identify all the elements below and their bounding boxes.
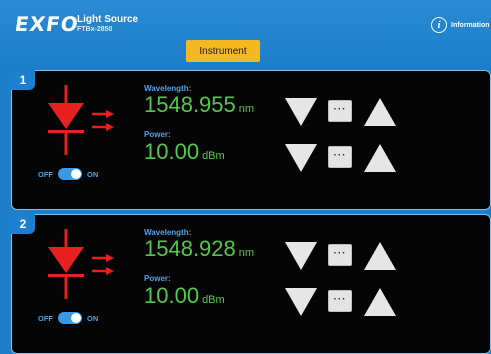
source-panel-2: 2 OFF ON Wavelength: 1548.928 nm Power: 1…	[11, 214, 491, 354]
information-button[interactable]: i Information	[431, 15, 490, 35]
output-toggle-row: OFF ON	[38, 311, 98, 325]
wavelength-readout: 1548.955 nm	[144, 92, 254, 118]
triangle-up-icon	[364, 288, 396, 316]
power-readout: 10.00 dBm	[144, 139, 225, 165]
triangle-up-icon	[364, 242, 396, 270]
header-bar: EXFO Light Source FTBx-2850 i Informatio…	[0, 0, 491, 66]
output-toggle[interactable]	[58, 312, 82, 324]
output-toggle-row: OFF ON	[38, 167, 98, 181]
triangle-down-icon	[285, 144, 317, 172]
instrument-button[interactable]: Instrument	[186, 40, 260, 62]
exfo-logo: EXFO	[13, 12, 81, 36]
wavelength-decrease-button[interactable]	[284, 97, 318, 127]
power-decrease-button[interactable]	[284, 143, 318, 173]
laser-diode-icon	[48, 229, 114, 299]
wavelength-increase-button[interactable]	[363, 97, 397, 127]
wavelength-unit: nm	[238, 103, 255, 115]
app-window: EXFO Light Source FTBx-2850 i Informatio…	[0, 0, 491, 354]
power-value: 10.00	[144, 139, 200, 164]
power-unit: dBm	[202, 150, 225, 162]
app-subtitle: FTBx-2850	[77, 26, 113, 33]
source-panel-1: 1 OFF ON Wavelength: 1548.955 nm Power: 1…	[11, 70, 491, 210]
power-readout: 10.00 dBm	[144, 283, 225, 309]
power-increase-button[interactable]	[363, 287, 397, 317]
triangle-up-icon	[364, 144, 396, 172]
power-edit-button[interactable]: ···	[328, 146, 352, 168]
power-label: Power:	[144, 130, 171, 139]
wavelength-edit-button[interactable]: ···	[328, 244, 352, 266]
power-label: Power:	[144, 274, 171, 283]
triangle-up-icon	[364, 98, 396, 126]
information-label: Information	[451, 21, 490, 29]
toggle-off-label: OFF	[38, 313, 53, 323]
power-edit-button[interactable]: ···	[328, 290, 352, 312]
triangle-down-icon	[285, 288, 317, 316]
wavelength-unit: nm	[238, 247, 255, 259]
app-title: Light Source	[77, 14, 139, 25]
triangle-down-icon	[285, 242, 317, 270]
source-number-badge: 1	[11, 70, 35, 90]
wavelength-value: 1548.928	[144, 236, 236, 261]
wavelength-decrease-button[interactable]	[284, 241, 318, 271]
toggle-knob	[71, 169, 81, 179]
wavelength-value: 1548.955	[144, 92, 236, 117]
wavelength-edit-button[interactable]: ···	[328, 100, 352, 122]
wavelength-readout: 1548.928 nm	[144, 236, 254, 262]
power-increase-button[interactable]	[363, 143, 397, 173]
toggle-knob	[71, 313, 81, 323]
info-circle-icon: i	[431, 17, 447, 33]
triangle-down-icon	[285, 98, 317, 126]
power-decrease-button[interactable]	[284, 287, 318, 317]
toggle-on-label: ON	[87, 313, 99, 323]
toggle-on-label: ON	[87, 169, 99, 179]
source-number-badge: 2	[11, 214, 35, 234]
output-toggle[interactable]	[58, 168, 82, 180]
laser-diode-icon	[48, 85, 114, 155]
power-unit: dBm	[202, 294, 225, 306]
wavelength-increase-button[interactable]	[363, 241, 397, 271]
power-value: 10.00	[144, 283, 200, 308]
toggle-off-label: OFF	[38, 169, 53, 179]
